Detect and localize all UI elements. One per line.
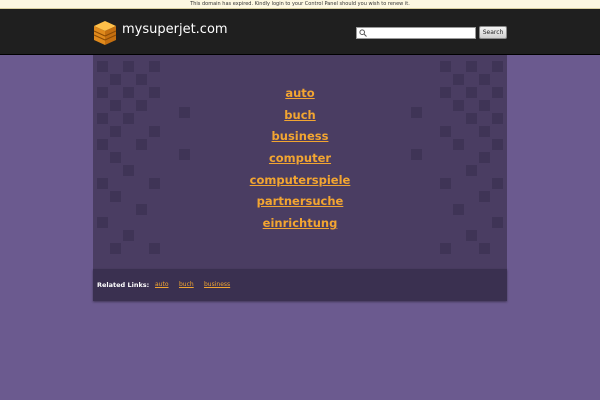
main-link-auto[interactable]: auto bbox=[93, 83, 507, 105]
cube-logo-icon[interactable] bbox=[93, 20, 117, 46]
search-icon bbox=[359, 29, 367, 37]
related-link-business[interactable]: business bbox=[204, 281, 230, 288]
main-link-einrichtung[interactable]: einrichtung bbox=[93, 213, 507, 235]
header-bar: mysuperjet.com Search bbox=[0, 9, 600, 55]
main-link-computer[interactable]: computer bbox=[93, 148, 507, 170]
main-link-list: auto buch business computer computerspie… bbox=[93, 83, 507, 235]
site-title[interactable]: mysuperjet.com bbox=[122, 22, 228, 37]
main-link-buch[interactable]: buch bbox=[93, 105, 507, 127]
search-button[interactable]: Search bbox=[479, 26, 507, 39]
search-field[interactable] bbox=[356, 27, 476, 39]
main-link-computerspiele[interactable]: computerspiele bbox=[93, 170, 507, 192]
related-link-auto[interactable]: auto bbox=[155, 281, 169, 288]
main-links-panel: auto buch business computer computerspie… bbox=[93, 55, 507, 269]
related-links-title: Related Links: bbox=[97, 281, 150, 289]
main-link-business[interactable]: business bbox=[93, 126, 507, 148]
related-links-bar: Related Links: auto buch business bbox=[93, 269, 507, 301]
expired-notice: This domain has expired. Kindly login to… bbox=[0, 0, 600, 9]
main-link-partnersuche[interactable]: partnersuche bbox=[93, 191, 507, 213]
search-input[interactable] bbox=[369, 28, 473, 38]
related-link-buch[interactable]: buch bbox=[179, 281, 194, 288]
